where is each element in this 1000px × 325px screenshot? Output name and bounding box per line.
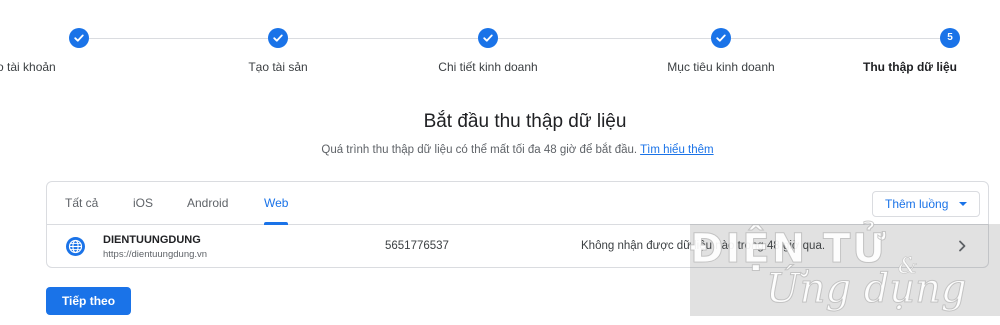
tab-all[interactable]: Tất cả — [65, 196, 98, 210]
tab-web[interactable]: Web — [264, 196, 288, 210]
step-connector — [731, 38, 940, 39]
step-label: Tạo tài sản — [248, 60, 308, 74]
next-button[interactable]: Tiếp theo — [46, 287, 131, 315]
learn-more-link[interactable]: Tìm hiểu thêm — [640, 144, 714, 156]
step-connector — [498, 38, 711, 39]
check-icon — [268, 28, 288, 48]
globe-icon — [66, 237, 85, 256]
stream-url: https://dientuungdung.vn — [103, 249, 208, 260]
page-subtitle: Quá trình thu thập dữ liệu có thể mất tố… — [0, 144, 1000, 156]
step-number-badge: 5 — [940, 28, 960, 48]
step-label: Mục tiêu kinh doanh — [667, 60, 775, 74]
tab-ios[interactable]: iOS — [133, 196, 153, 210]
setup-stepper: Tạo tài khoản Tạo tài sản Chi tiết kinh … — [0, 0, 1000, 85]
page-title: Bắt đầu thu thập dữ liệu — [423, 111, 627, 132]
step-label: Chi tiết kinh doanh — [438, 60, 538, 74]
stream-name: DIENTUUNGDUNG — [103, 234, 201, 246]
tab-android[interactable]: Android — [187, 196, 228, 210]
step-label: Thu thập dữ liệu — [862, 60, 957, 74]
add-stream-label: Thêm luồng — [885, 197, 949, 211]
watermark-text: Ứng dụng — [766, 266, 968, 313]
step-connector — [288, 38, 478, 39]
stream-id: 5651776537 — [385, 240, 449, 252]
add-stream-button[interactable]: Thêm luồng — [872, 191, 980, 217]
check-icon — [711, 28, 731, 48]
watermark-logo: ĐIỆN TỬ & Ứng dụng — [690, 224, 1000, 316]
platform-tabs: Tất cả iOS Android Web Thêm luồng — [47, 182, 988, 225]
check-icon — [478, 28, 498, 48]
check-icon — [69, 28, 89, 48]
subtitle-text: Quá trình thu thập dữ liệu có thể mất tố… — [321, 144, 638, 156]
caret-down-icon — [959, 202, 967, 206]
step-connector — [89, 38, 269, 39]
step-label: Tạo tài khoản — [0, 60, 56, 74]
